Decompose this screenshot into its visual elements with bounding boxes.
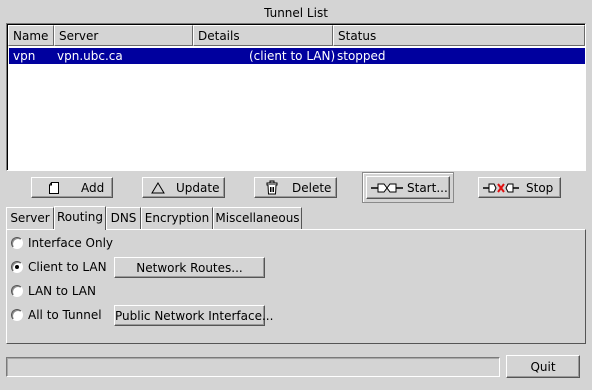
disconnect-plug-icon bbox=[483, 183, 519, 193]
start-button[interactable]: Start... bbox=[366, 176, 450, 199]
stop-label: Stop bbox=[526, 181, 554, 195]
column-header-server[interactable]: Server bbox=[54, 25, 193, 46]
radio-label-client-to-lan: Client to LAN bbox=[28, 260, 107, 274]
status-bar bbox=[6, 357, 500, 377]
delete-button[interactable]: Delete bbox=[254, 177, 337, 198]
radio-client-to-lan[interactable] bbox=[11, 261, 23, 273]
new-file-icon bbox=[49, 182, 59, 194]
tab-routing[interactable]: Routing bbox=[54, 206, 106, 230]
update-button[interactable]: Update bbox=[142, 177, 225, 198]
add-button[interactable]: Add bbox=[31, 177, 113, 198]
tab-encryption[interactable]: Encryption bbox=[141, 207, 213, 229]
column-header-status[interactable]: Status bbox=[333, 25, 585, 46]
public-network-interface-button[interactable]: Public Network Interface... bbox=[114, 305, 274, 326]
quit-button[interactable]: Quit bbox=[506, 355, 580, 378]
row-name: vpn bbox=[13, 49, 36, 63]
add-label: Add bbox=[81, 181, 105, 195]
start-label: Start... bbox=[407, 181, 448, 195]
column-header-name[interactable]: Name bbox=[8, 25, 54, 46]
radio-all-to-tunnel[interactable] bbox=[11, 309, 23, 321]
tab-server[interactable]: Server bbox=[6, 207, 54, 229]
table-row[interactable]: vpn vpn.ubc.ca (client to LAN) stopped bbox=[9, 48, 585, 64]
trash-icon bbox=[266, 180, 278, 195]
row-details: (client to LAN) bbox=[249, 49, 336, 63]
column-header-details[interactable]: Details bbox=[193, 25, 333, 46]
radio-selected-dot bbox=[15, 265, 19, 269]
window-title: Tunnel List bbox=[264, 6, 328, 20]
radio-label-interface-only: Interface Only bbox=[28, 236, 114, 250]
radio-interface-only[interactable] bbox=[11, 237, 23, 249]
triangle-up-icon bbox=[151, 182, 165, 194]
radio-lan-to-lan[interactable] bbox=[11, 285, 23, 297]
row-status: stopped bbox=[337, 49, 386, 63]
tab-dns[interactable]: DNS bbox=[106, 207, 141, 229]
network-routes-button[interactable]: Network Routes... bbox=[114, 257, 265, 278]
connect-plug-icon bbox=[371, 183, 403, 193]
radio-label-all-to-tunnel: All to Tunnel bbox=[28, 308, 102, 322]
delete-label: Delete bbox=[292, 181, 332, 195]
stop-button[interactable]: Stop bbox=[478, 177, 561, 198]
tunnel-list[interactable]: Name Server Details Status vpn vpn.ubc.c… bbox=[6, 23, 586, 171]
tab-miscellaneous[interactable]: Miscellaneous bbox=[213, 207, 302, 229]
radio-label-lan-to-lan: LAN to LAN bbox=[28, 284, 96, 298]
public-network-interface-label: Public Network Interface... bbox=[115, 309, 274, 323]
row-server: vpn.ubc.ca bbox=[57, 49, 123, 63]
network-routes-label: Network Routes... bbox=[136, 261, 243, 275]
quit-label: Quit bbox=[530, 360, 556, 374]
update-label: Update bbox=[176, 181, 220, 195]
